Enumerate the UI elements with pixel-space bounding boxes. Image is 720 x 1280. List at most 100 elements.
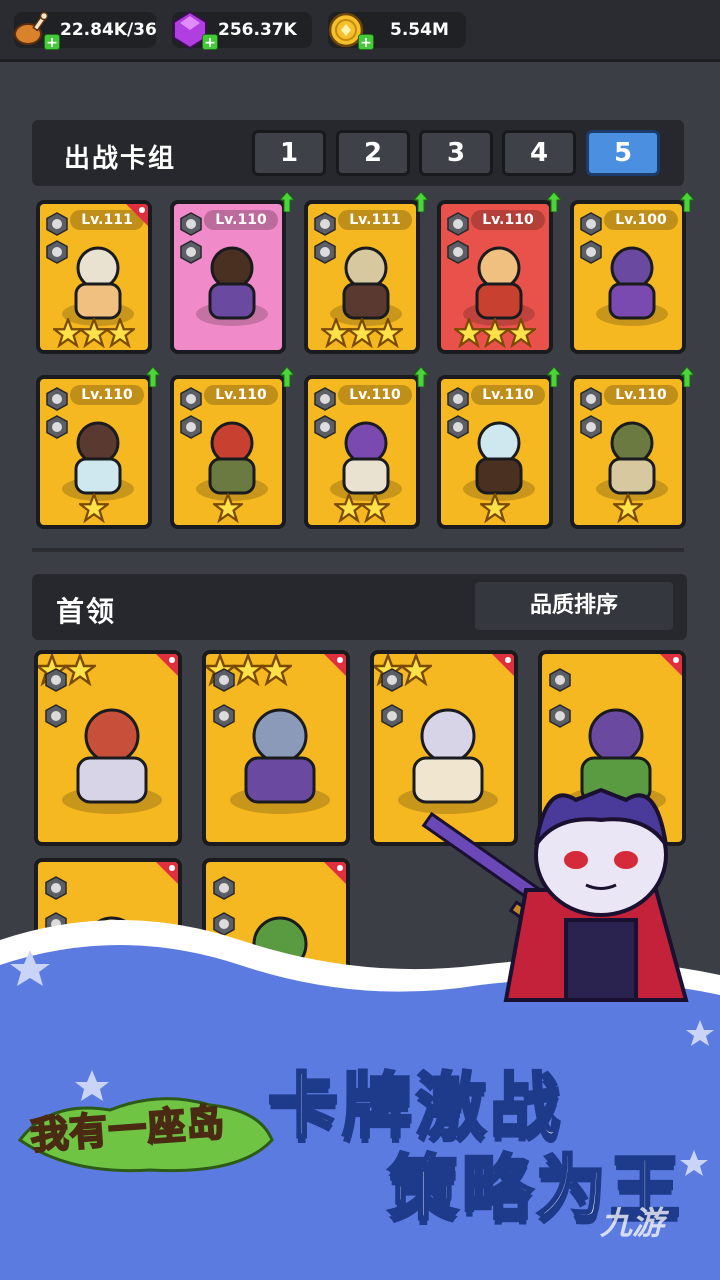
deck-tab-2[interactable]: 2	[336, 130, 410, 176]
star-rating	[174, 493, 282, 523]
gem-resource[interactable]: + 256.37K	[172, 10, 312, 51]
deck-card[interactable]: Lv.110	[304, 375, 420, 529]
ribbon-icon	[126, 204, 148, 226]
watermark: 九游	[600, 1204, 665, 1242]
deck-card[interactable]: Lv.100	[570, 200, 686, 354]
class-slot-icon	[179, 240, 203, 264]
star-rating	[574, 318, 682, 348]
class-slot-icon	[548, 704, 576, 732]
class-slot-icon	[212, 704, 240, 732]
resource-bar: + 22.84K/36 + 256.37K + 5.54M	[0, 0, 720, 62]
star-rating	[174, 318, 282, 348]
star-icon	[105, 318, 135, 348]
class-slot-icon	[380, 704, 408, 732]
add-gem-icon[interactable]: +	[202, 34, 218, 51]
deck-tab-1[interactable]: 1	[252, 130, 326, 176]
card-level: Lv.111	[338, 210, 412, 230]
deck-card[interactable]: Lv.110	[36, 375, 152, 529]
card-level: Lv.110	[604, 385, 678, 405]
star-rating	[40, 318, 148, 348]
element-slot-icon	[446, 387, 470, 411]
class-slot-icon	[44, 704, 72, 732]
coin-value: 5.54M	[390, 20, 449, 40]
element-slot-icon	[548, 668, 576, 696]
element-slot-icon	[44, 668, 72, 696]
section-divider	[32, 548, 684, 552]
deck-card[interactable]: Lv.111	[36, 200, 152, 354]
card-level: Lv.110	[204, 210, 278, 230]
add-food-icon[interactable]: +	[44, 34, 60, 51]
element-slot-icon	[44, 876, 72, 904]
deck-card[interactable]: Lv.110	[170, 200, 286, 354]
coin-resource[interactable]: + 5.54M	[328, 12, 466, 51]
star-icon	[506, 318, 536, 348]
upgrade-arrow-icon	[144, 366, 162, 388]
card-level: Lv.110	[338, 385, 412, 405]
element-slot-icon	[179, 387, 203, 411]
star-rating	[574, 493, 682, 523]
card-level: Lv.110	[70, 385, 144, 405]
class-slot-icon	[579, 240, 603, 264]
deck-card[interactable]: Lv.110	[570, 375, 686, 529]
upgrade-arrow-icon	[412, 191, 430, 213]
upgrade-arrow-icon	[412, 366, 430, 388]
deck-card[interactable]: Lv.110	[170, 375, 286, 529]
element-slot-icon	[313, 212, 337, 236]
deck-tab-3[interactable]: 3	[419, 130, 493, 176]
gem-value: 256.37K	[218, 20, 297, 40]
upgrade-arrow-icon	[545, 366, 563, 388]
star-icon	[360, 493, 390, 523]
ribbon-icon	[660, 654, 682, 676]
star-icon	[257, 654, 295, 687]
class-slot-icon	[45, 415, 69, 439]
class-slot-icon	[446, 240, 470, 264]
deck-title: 出战卡组	[64, 144, 177, 174]
ribbon-icon	[156, 654, 178, 676]
boss-header: 首领 品质排序	[32, 574, 687, 640]
class-slot-icon	[313, 415, 337, 439]
star-icon	[79, 493, 109, 523]
star-icon	[213, 493, 243, 523]
ribbon-icon	[492, 654, 514, 676]
boss-card[interactable]	[202, 650, 350, 846]
deck-header: 出战卡组 1 2 3 4 5	[32, 120, 684, 186]
element-slot-icon	[579, 212, 603, 236]
class-slot-icon	[45, 240, 69, 264]
add-coin-icon[interactable]: +	[358, 34, 374, 51]
class-slot-icon	[179, 415, 203, 439]
deck-tab-5[interactable]: 5	[586, 130, 660, 176]
class-slot-icon	[579, 415, 603, 439]
class-slot-icon	[313, 240, 337, 264]
sort-by-quality-button[interactable]: 品质排序	[475, 582, 673, 630]
ribbon-icon	[324, 862, 346, 884]
star-icon	[480, 493, 510, 523]
star-rating	[441, 493, 549, 523]
element-slot-icon	[446, 212, 470, 236]
deck-card[interactable]: Lv.111	[304, 200, 420, 354]
upgrade-arrow-icon	[278, 366, 296, 388]
element-slot-icon	[179, 212, 203, 236]
card-level: Lv.110	[471, 385, 545, 405]
element-slot-icon	[313, 387, 337, 411]
upgrade-arrow-icon	[678, 191, 696, 213]
ribbon-icon	[156, 862, 178, 884]
food-value: 22.84K/36	[60, 20, 157, 40]
boss-section-title: 首领	[56, 595, 117, 628]
card-level: Lv.110	[471, 210, 545, 230]
card-level: Lv.110	[204, 385, 278, 405]
deck-tab-4[interactable]: 4	[502, 130, 576, 176]
food-resource[interactable]: + 22.84K/36	[14, 11, 157, 51]
deck-card[interactable]: Lv.110	[437, 375, 553, 529]
upgrade-arrow-icon	[545, 191, 563, 213]
vampire-mascot	[421, 787, 689, 1002]
upgrade-arrow-icon	[678, 366, 696, 388]
element-slot-icon	[45, 387, 69, 411]
star-rating	[308, 493, 416, 523]
ribbon-icon	[324, 654, 346, 676]
star-rating	[441, 318, 549, 348]
card-level: Lv.100	[604, 210, 678, 230]
boss-card[interactable]	[34, 650, 182, 846]
star-icon	[373, 318, 403, 348]
element-slot-icon	[212, 876, 240, 904]
deck-card[interactable]: Lv.110	[437, 200, 553, 354]
